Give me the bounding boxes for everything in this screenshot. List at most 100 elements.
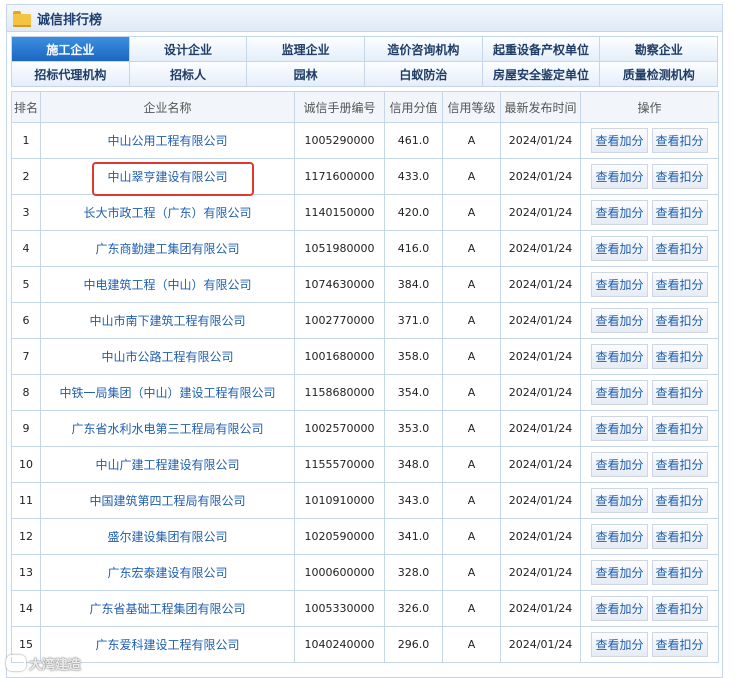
view-bonus-button[interactable]: 查看加分: [591, 524, 648, 549]
company-link[interactable]: 广东省水利水电第三工程局有限公司: [71, 422, 263, 436]
view-bonus-button[interactable]: 查看加分: [591, 164, 648, 189]
company-link[interactable]: 中国建筑第四工程局有限公司: [89, 494, 245, 508]
actions-cell: 查看加分 查看扣分: [580, 482, 719, 519]
credit-score-cell: 461.0: [384, 122, 443, 159]
view-bonus-button[interactable]: 查看加分: [591, 200, 648, 225]
release-date-cell: 2024/01/24: [500, 482, 581, 519]
company-link[interactable]: 广东商勤建工集团有限公司: [95, 242, 239, 256]
table-row: 15 广东爱科建设工程有限公司 1040240000 296.0 A 2024/01/24…: [11, 626, 719, 663]
handbook-no-cell: 1155570000: [294, 446, 385, 483]
company-link[interactable]: 中山公用工程有限公司: [107, 134, 227, 148]
company-link[interactable]: 盛尔建设集团有限公司: [107, 530, 227, 544]
tab-quality-testing[interactable]: 质量检测机构: [599, 62, 718, 86]
view-deduction-button[interactable]: 查看扣分: [651, 128, 708, 153]
view-bonus-button[interactable]: 查看加分: [591, 128, 648, 153]
tab-design[interactable]: 设计企业: [128, 37, 247, 61]
view-deduction-button[interactable]: 查看扣分: [651, 380, 708, 405]
credit-grade-cell: A: [442, 554, 501, 591]
tab-supervision[interactable]: 监理企业: [246, 37, 365, 61]
view-bonus-button[interactable]: 查看加分: [591, 632, 648, 657]
view-bonus-button[interactable]: 查看加分: [591, 452, 648, 477]
tab-landscape[interactable]: 园林: [246, 62, 365, 86]
credit-grade-cell: A: [442, 266, 501, 303]
company-name-cell: 广东省基础工程集团有限公司: [40, 590, 295, 627]
company-name-cell: 盛尔建设集团有限公司: [40, 518, 295, 555]
company-name-cell: 中山市公路工程有限公司: [40, 338, 295, 375]
credit-score-cell: 343.0: [384, 482, 443, 519]
handbook-no-cell: 1002770000: [294, 302, 385, 339]
credit-score-cell: 328.0: [384, 554, 443, 591]
tab-termite-control[interactable]: 白蚁防治: [364, 62, 482, 86]
tab-tenderer[interactable]: 招标人: [128, 62, 247, 86]
rank-cell: 3: [11, 194, 41, 231]
tab-bidding-agency[interactable]: 招标代理机构: [12, 62, 129, 86]
rank-cell: 1: [11, 122, 41, 159]
view-bonus-button[interactable]: 查看加分: [591, 308, 648, 333]
view-deduction-button[interactable]: 查看扣分: [651, 560, 708, 585]
rank-cell: 8: [11, 374, 41, 411]
view-bonus-button[interactable]: 查看加分: [591, 488, 648, 513]
release-date-cell: 2024/01/24: [500, 518, 581, 555]
company-name-cell: 中电建筑工程（中山）有限公司: [40, 266, 295, 303]
view-deduction-button[interactable]: 查看扣分: [651, 236, 708, 261]
panel-title: 诚信排行榜: [37, 12, 103, 28]
credit-grade-cell: A: [442, 410, 501, 447]
view-deduction-button[interactable]: 查看扣分: [651, 488, 708, 513]
release-date-cell: 2024/01/24: [500, 230, 581, 267]
tab-construction[interactable]: 施工企业: [12, 37, 129, 61]
company-name-cell: 中山翠亨建设有限公司: [40, 158, 295, 195]
tab-cost-consulting[interactable]: 造价咨询机构: [364, 37, 482, 61]
release-date-cell: 2024/01/24: [500, 626, 581, 663]
view-bonus-button[interactable]: 查看加分: [591, 560, 648, 585]
company-link[interactable]: 中山翠亨建设有限公司: [107, 170, 227, 184]
actions-cell: 查看加分 查看扣分: [580, 374, 719, 411]
company-link[interactable]: 广东宏泰建设有限公司: [107, 566, 227, 580]
handbook-no-cell: 1158680000: [294, 374, 385, 411]
view-deduction-button[interactable]: 查看扣分: [651, 200, 708, 225]
col-company-name: 企业名称: [40, 91, 295, 123]
view-deduction-button[interactable]: 查看扣分: [651, 452, 708, 477]
company-link[interactable]: 广东爱科建设工程有限公司: [95, 638, 239, 652]
handbook-no-cell: 1001680000: [294, 338, 385, 375]
table-row: 2 中山翠亨建设有限公司 1171600000 433.0 A 2024/01/24 查看加…: [11, 158, 719, 195]
company-link[interactable]: 中山市南下建筑工程有限公司: [89, 314, 245, 328]
view-bonus-button[interactable]: 查看加分: [591, 236, 648, 261]
view-bonus-button[interactable]: 查看加分: [591, 344, 648, 369]
view-deduction-button[interactable]: 查看扣分: [651, 596, 708, 621]
view-bonus-button[interactable]: 查看加分: [591, 416, 648, 441]
release-date-cell: 2024/01/24: [500, 302, 581, 339]
view-bonus-button[interactable]: 查看加分: [591, 380, 648, 405]
view-deduction-button[interactable]: 查看扣分: [651, 416, 708, 441]
credit-score-cell: 433.0: [384, 158, 443, 195]
company-link[interactable]: 中山广建工程建设有限公司: [95, 458, 239, 472]
rank-cell: 10: [11, 446, 41, 483]
view-deduction-button[interactable]: 查看扣分: [651, 272, 708, 297]
credit-score-cell: 358.0: [384, 338, 443, 375]
table-row: 11 中国建筑第四工程局有限公司 1010910000 343.0 A 2024/01/2…: [11, 482, 719, 519]
view-deduction-button[interactable]: 查看扣分: [651, 344, 708, 369]
panel-header: 诚信排行榜: [7, 5, 722, 32]
tab-survey[interactable]: 勘察企业: [599, 37, 718, 61]
table-row: 10 中山广建工程建设有限公司 1155570000 348.0 A 2024/01/24…: [11, 446, 719, 483]
credit-grade-cell: A: [442, 230, 501, 267]
credit-score-cell: 348.0: [384, 446, 443, 483]
credit-grade-cell: A: [442, 338, 501, 375]
handbook-no-cell: 1000600000: [294, 554, 385, 591]
company-link[interactable]: 中山市公路工程有限公司: [101, 350, 233, 364]
view-deduction-button[interactable]: 查看扣分: [651, 164, 708, 189]
tab-house-safety[interactable]: 房屋安全鉴定单位: [481, 62, 600, 86]
company-link[interactable]: 中铁一局集团（中山）建设工程有限公司: [59, 386, 275, 400]
view-deduction-button[interactable]: 查看扣分: [651, 632, 708, 657]
company-link[interactable]: 广东省基础工程集团有限公司: [89, 602, 245, 616]
view-deduction-button[interactable]: 查看扣分: [651, 524, 708, 549]
credit-score-cell: 341.0: [384, 518, 443, 555]
view-bonus-button[interactable]: 查看加分: [591, 596, 648, 621]
handbook-no-cell: 1002570000: [294, 410, 385, 447]
company-link[interactable]: 长大市政工程（广东）有限公司: [83, 206, 251, 220]
release-date-cell: 2024/01/24: [500, 194, 581, 231]
view-bonus-button[interactable]: 查看加分: [591, 272, 648, 297]
tab-lifting-equipment[interactable]: 起重设备产权单位: [481, 37, 600, 61]
ranking-table: 排名 企业名称 诚信手册编号 信用分值 信用等级 最新发布时间 操作 1 中山公用…: [11, 91, 719, 663]
company-link[interactable]: 中电建筑工程（中山）有限公司: [83, 278, 251, 292]
view-deduction-button[interactable]: 查看扣分: [651, 308, 708, 333]
